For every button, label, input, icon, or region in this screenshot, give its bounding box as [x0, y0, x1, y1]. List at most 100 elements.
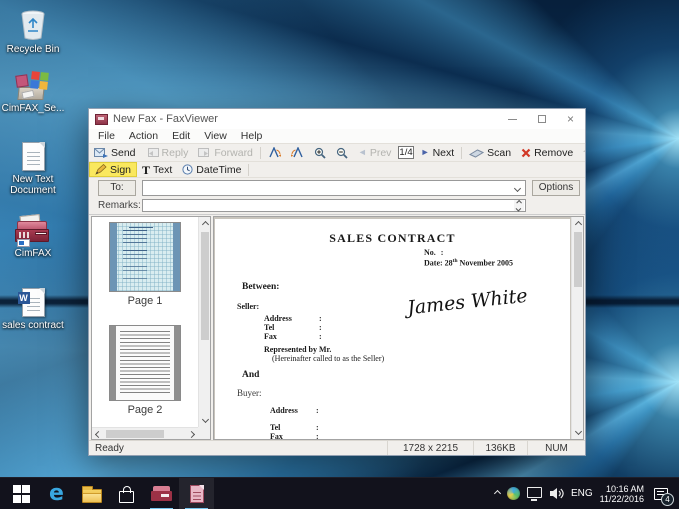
notification-badge: 4	[661, 493, 674, 506]
window-titlebar[interactable]: New Fax - FaxViewer ×	[89, 109, 585, 129]
menu-file[interactable]: File	[91, 130, 122, 142]
thumbnail-list: Page 1 Page 2	[92, 217, 198, 427]
chevron-down-icon	[514, 184, 521, 191]
faxviewer-taskbar-button[interactable]	[179, 478, 214, 509]
thumbnail-horizontal-scrollbar[interactable]	[92, 427, 198, 439]
thumbnail-panel: Page 1 Page 2	[91, 216, 211, 440]
send-icon	[94, 147, 108, 158]
next-page-button[interactable]: ► Next	[416, 144, 460, 161]
minimize-button[interactable]	[498, 109, 527, 129]
desktop-icon-cimfax[interactable]: CimFAX	[0, 211, 66, 259]
doc-colon: :	[316, 423, 319, 432]
edge-icon: e	[49, 483, 64, 505]
display-network-icon[interactable]	[527, 487, 542, 498]
maximize-button[interactable]	[527, 109, 556, 129]
cimfax-taskbar-button[interactable]	[144, 478, 179, 509]
rotate-left-icon	[268, 147, 281, 158]
doc-seller: Seller:	[237, 302, 259, 311]
to-button[interactable]: To:	[98, 180, 136, 196]
status-bar: Ready 1728 x 2215 136KB NUM	[89, 440, 585, 455]
desktop: Recycle Bin CimFAX_Se... New Text Docume…	[0, 0, 679, 509]
desktop-icon-label: New Text Document	[0, 174, 66, 196]
document-vertical-scrollbar[interactable]	[571, 217, 583, 439]
tray-time: 10:16 AM	[606, 484, 644, 494]
scroll-up-arrow-icon[interactable]	[574, 221, 581, 228]
rotate-left-button[interactable]	[263, 144, 286, 161]
store-button[interactable]	[109, 478, 144, 509]
doc-date-suffix: November 2005	[458, 259, 513, 268]
options-button[interactable]: Options	[532, 180, 580, 196]
desktop-icon-label: Recycle Bin	[0, 44, 66, 55]
reply-button[interactable]: Reply	[141, 144, 194, 161]
recipient-combobox[interactable]	[142, 180, 526, 196]
thumbnail-page-1-label: Page 1	[92, 295, 198, 307]
page-indicator[interactable]: 1/4	[398, 146, 413, 159]
reply-icon	[146, 147, 159, 158]
scroll-up-arrow-icon[interactable]	[201, 221, 208, 228]
doc-buyer-fax-label: Fax	[270, 432, 283, 441]
scanner-icon	[469, 148, 484, 158]
document-view: SALES CONTRACT No. : Date: 28th November…	[213, 216, 584, 440]
remove-button[interactable]: Remove	[516, 144, 578, 161]
doc-buyer: Buyer:	[237, 388, 262, 398]
scroll-down-arrow-icon[interactable]	[201, 416, 208, 423]
clock[interactable]: 10:16 AM 11/22/2016	[600, 484, 644, 504]
text-file-icon	[0, 137, 66, 171]
rotate-right-button[interactable]	[286, 144, 309, 161]
forward-button[interactable]: Forward	[193, 144, 258, 161]
action-center-button[interactable]: 4	[651, 485, 671, 503]
zoom-in-button[interactable]	[309, 144, 331, 161]
toolbar-separator	[461, 147, 462, 159]
doc-colon: :	[319, 332, 322, 341]
menu-edit[interactable]: Edit	[165, 130, 197, 142]
remarks-input[interactable]	[142, 199, 526, 212]
text-button[interactable]: T Text	[137, 162, 177, 177]
doc-no-line: No. :	[424, 248, 443, 257]
thumbnail-vertical-scrollbar[interactable]	[198, 217, 210, 427]
doc-represented: Represented by Mr.	[264, 345, 331, 354]
send-button[interactable]: Send	[89, 144, 141, 161]
remove-x-icon	[521, 148, 531, 158]
desktop-icon-new-text-document[interactable]: New Text Document	[0, 137, 66, 196]
close-button[interactable]: ×	[556, 109, 585, 129]
scroll-left-arrow-icon[interactable]	[95, 430, 102, 437]
prev-page-button[interactable]: ◄ Prev	[353, 144, 397, 161]
remarks-spinner[interactable]	[514, 200, 524, 211]
doc-colon: :	[319, 314, 322, 323]
zoom-out-button[interactable]	[331, 144, 353, 161]
desktop-icon-recycle-bin[interactable]: Recycle Bin	[0, 7, 66, 55]
scan-button[interactable]: Scan	[464, 144, 516, 161]
scroll-down-arrow-icon[interactable]	[574, 428, 581, 435]
scrollbar-thumb[interactable]	[106, 430, 164, 438]
fax-page[interactable]: SALES CONTRACT No. : Date: 28th November…	[215, 219, 570, 439]
desktop-icon-label: CimFAX	[0, 248, 66, 259]
language-indicator[interactable]: ENG	[571, 488, 593, 499]
thumbnail-page-2-label: Page 2	[92, 404, 198, 416]
file-explorer-button[interactable]	[74, 478, 109, 509]
move-up-button[interactable]: Move Up	[578, 144, 585, 161]
sign-button[interactable]: Sign	[89, 162, 137, 177]
desktop-icon-sales-contract[interactable]: W sales contract	[0, 283, 66, 331]
thumbnail-page-2[interactable]	[109, 325, 181, 401]
menu-action[interactable]: Action	[122, 130, 165, 142]
edge-browser-button[interactable]: e	[39, 478, 74, 509]
scrollbar-thumb[interactable]	[574, 232, 582, 287]
menu-help[interactable]: Help	[234, 130, 270, 142]
folder-icon	[82, 489, 102, 503]
desktop-icon-label: sales contract	[0, 320, 66, 331]
tray-expand-icon[interactable]	[494, 490, 501, 497]
menu-view[interactable]: View	[197, 130, 234, 142]
doc-hereinafter: (Hereinafter called to as the Seller)	[272, 354, 384, 363]
recipient-row: To: Options	[89, 177, 585, 197]
desktop-icon-cimfax-setup[interactable]: CimFAX_Se...	[0, 66, 66, 114]
move-up-icon	[583, 147, 585, 158]
doc-date-line: Date: 28th November 2005	[424, 258, 513, 268]
network-globe-icon[interactable]	[507, 487, 520, 500]
datetime-button[interactable]: DateTime	[177, 162, 246, 177]
scrollbar-thumb[interactable]	[201, 232, 209, 340]
volume-icon[interactable]	[549, 487, 564, 500]
start-button[interactable]	[4, 478, 39, 509]
scroll-right-arrow-icon[interactable]	[188, 430, 195, 437]
doc-between: Between:	[242, 282, 279, 292]
thumbnail-page-1[interactable]	[109, 222, 181, 292]
